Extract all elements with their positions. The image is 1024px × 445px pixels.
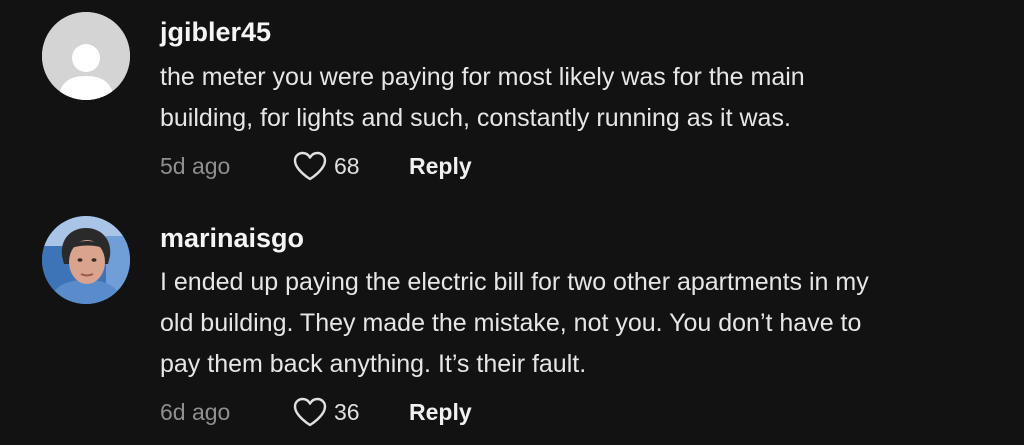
comment-text-line: the meter you were paying for most likel… [160, 63, 805, 91]
heart-outline-icon [293, 397, 327, 427]
comment-username[interactable]: marinaisgo [160, 223, 304, 254]
like-count: 36 [334, 398, 360, 425]
avatar[interactable] [42, 216, 130, 304]
comment-text-line: I ended up paying the electric bill for … [160, 268, 869, 296]
like-button[interactable]: 68 [292, 150, 409, 182]
comment-text-line: building, for lights and such, constantl… [160, 104, 791, 132]
reply-button[interactable]: Reply [409, 153, 472, 180]
heart-outline-icon [293, 151, 327, 181]
comment-timestamp: 6d ago [160, 398, 231, 425]
comment-text-line: pay them back anything. It’s their fault… [160, 350, 587, 378]
comment-meta: 5d ago 68 Reply [160, 151, 472, 181]
reply-button[interactable]: Reply [409, 399, 472, 426]
comment-timestamp: 5d ago [160, 152, 231, 179]
comment-text-line: old building. They made the mistake, not… [160, 309, 862, 337]
avatar[interactable] [42, 12, 130, 100]
like-button[interactable]: 36 [292, 396, 409, 428]
like-count: 68 [334, 152, 360, 179]
user-photo [42, 216, 130, 304]
comment-text: I ended up paying the electric bill for … [160, 262, 1010, 385]
comment-username[interactable]: jgibler45 [160, 17, 271, 48]
comment-text: the meter you were paying for most likel… [160, 57, 1010, 139]
default-avatar-icon [42, 12, 130, 100]
comment-meta: 6d ago 36 Reply [160, 397, 472, 427]
